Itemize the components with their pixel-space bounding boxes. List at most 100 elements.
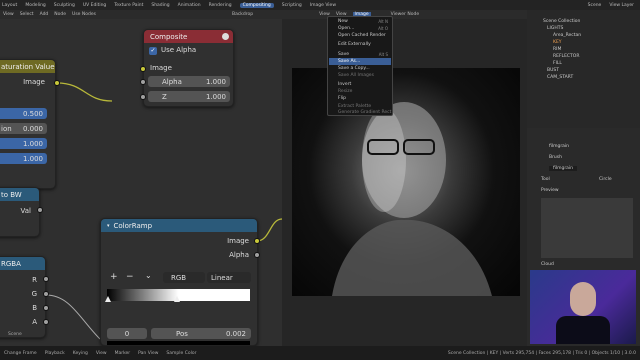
stop-handle-black[interactable] [105, 296, 111, 302]
brush-label[interactable]: Brush [549, 155, 562, 160]
checkbox-icon[interactable]: ✓ [149, 47, 157, 55]
tab-modeling[interactable]: Modeling [25, 3, 45, 8]
outliner-item-area[interactable]: Area_Rectan [553, 33, 581, 38]
status-marker[interactable]: Marker [115, 351, 131, 356]
scene-label: Scene [8, 332, 22, 337]
menu-item-save-copy[interactable]: Save a Copy... [338, 66, 370, 71]
node-editor[interactable]: aturation Value Image 0.500 0.000 ion 1.… [0, 19, 282, 346]
tab-scripting[interactable]: Scripting [282, 3, 302, 8]
menu-view[interactable]: View [3, 12, 14, 17]
outliner-item-cam[interactable]: CAM_START [547, 75, 573, 80]
add-stop-button[interactable]: + [110, 272, 118, 282]
rgb-to-bw-node[interactable]: to BW Val [0, 187, 40, 237]
outliner-root[interactable]: Scene Collection [543, 19, 580, 24]
colorramp-node[interactable]: ▾ ColorRamp Image Alpha + − ⌄ RGB Linear … [100, 218, 258, 346]
pos-field[interactable]: Pos 0.002 [151, 328, 251, 339]
view-layer-selector[interactable]: View Layer [609, 3, 634, 8]
scene-selector[interactable]: Scene [588, 3, 602, 8]
composite-node[interactable]: Composite ✓ Use Alpha Image Alpha 1.000 Z… [143, 29, 234, 107]
cloud-header[interactable]: Cloud [541, 262, 554, 267]
input-socket-alpha[interactable] [140, 79, 146, 85]
value-field-3[interactable]: 1.000 [0, 138, 47, 149]
link-colorramp-viewer [256, 218, 282, 242]
menu-select[interactable]: Select [20, 12, 34, 17]
image-editor[interactable] [282, 19, 527, 346]
shortcut-save: Alt S [378, 52, 388, 57]
remove-stop-button[interactable]: − [126, 272, 134, 282]
value-field-4[interactable]: 1.000 [0, 153, 47, 164]
saturation-value-node[interactable]: aturation Value Image 0.500 0.000 ion 1.… [0, 59, 56, 189]
menu-item-new[interactable]: New [338, 19, 348, 24]
stop-handle-white[interactable] [174, 296, 180, 302]
node-title: RGBA [0, 257, 45, 270]
preview-area [541, 198, 633, 258]
output-socket-r[interactable] [43, 276, 49, 282]
input-socket-image[interactable] [140, 66, 146, 72]
brush-selector[interactable]: filmgrain [549, 166, 578, 171]
value-field-1[interactable]: 0.500 [0, 108, 47, 119]
viewer-node-selector[interactable]: Viewer Node [391, 12, 419, 17]
tab-uv-editing[interactable]: UV Editing [83, 3, 106, 8]
alpha-field[interactable]: Alpha 1.000 [148, 76, 230, 87]
menu-item-generate-gradient[interactable]: Generate Gradient Rect [338, 110, 391, 115]
output-socket-image[interactable] [54, 80, 60, 86]
status-view[interactable]: View [96, 351, 107, 356]
backdrop-toggle[interactable]: Backdrop [232, 12, 253, 17]
output-socket-g[interactable] [43, 291, 49, 297]
z-field[interactable]: Z 1.000 [148, 91, 230, 102]
preview-header[interactable]: Preview [541, 188, 559, 193]
output-image-label: Image [23, 78, 45, 86]
outliner-item-bust[interactable]: BUST [547, 68, 559, 73]
menu-item-open-cached[interactable]: Open Cached Render [338, 33, 386, 38]
status-change-frame: Change Frame [4, 350, 37, 356]
outliner-item-rim[interactable]: RIM [553, 47, 561, 52]
stop-index-field[interactable]: 0 [107, 328, 147, 339]
tab-texture-paint[interactable]: Texture Paint [114, 3, 143, 8]
menu-item-extract-palette[interactable]: Extract Palette [338, 104, 371, 109]
outliner-item-fill[interactable]: FILL [553, 61, 562, 66]
status-keying[interactable]: Keying [73, 351, 88, 356]
menu-item-open[interactable]: Open... [338, 26, 354, 31]
menu-add[interactable]: Add [40, 12, 49, 17]
tab-animation[interactable]: Animation [178, 3, 201, 8]
separate-rgba-node[interactable]: RGBA R G B A [0, 256, 46, 338]
output-alpha-label: Alpha [229, 251, 249, 259]
menu-item-save[interactable]: Save [338, 52, 349, 57]
output-socket-val[interactable] [37, 207, 43, 213]
menu-item-edit-externally[interactable]: Edit Externally [338, 42, 371, 47]
output-socket-image[interactable] [254, 238, 260, 244]
status-playback[interactable]: Playback [45, 351, 65, 356]
output-socket-a[interactable] [43, 319, 49, 325]
outliner[interactable]: Scene Collection LIGHTS Area_Rectan KEY … [527, 10, 640, 128]
tab-shading[interactable]: Shading [151, 3, 169, 8]
tab-image-view[interactable]: Image View [310, 3, 336, 8]
person-face [570, 282, 596, 316]
texture-name[interactable]: filmgrain [549, 144, 569, 149]
menu-item-invert[interactable]: Invert [338, 82, 351, 87]
menu-item-flip[interactable]: Flip [338, 96, 346, 101]
menu-node[interactable]: Node [54, 12, 66, 17]
tab-compositing[interactable]: Compositing [239, 2, 274, 8]
tab-rendering[interactable]: Rendering [209, 3, 232, 8]
output-socket-b[interactable] [43, 305, 49, 311]
status-bar: Change Frame Playback Keying View Marker… [0, 346, 640, 360]
interpolation-select[interactable]: Linear [207, 272, 251, 283]
color-mode-select[interactable]: RGB [163, 272, 205, 283]
input-socket-z[interactable] [140, 94, 146, 100]
tab-sculpting[interactable]: Sculpting [54, 3, 75, 8]
outliner-item-lights[interactable]: LIGHTS [547, 26, 563, 31]
menu-item-resize[interactable]: Resize [338, 89, 352, 94]
output-socket-alpha[interactable] [254, 252, 260, 258]
alpha-label: Alpha [162, 77, 182, 86]
menu-item-save-as[interactable]: Save As... [338, 59, 360, 64]
tab-layout[interactable]: Layout [2, 3, 17, 8]
outliner-item-reflector[interactable]: REFLECTOR [553, 54, 579, 59]
collapse-icon[interactable]: ▾ [107, 223, 110, 229]
stroke-value[interactable]: Circle [599, 177, 612, 182]
outliner-item-key[interactable]: KEY [553, 40, 562, 45]
color-swatch[interactable] [107, 341, 250, 345]
chevron-down-icon[interactable]: ⌄ [145, 271, 152, 280]
z-label: Z [162, 92, 167, 101]
menu-item-save-all[interactable]: Save All Images [338, 73, 374, 78]
use-nodes-toggle[interactable]: Use Nodes [72, 12, 96, 17]
